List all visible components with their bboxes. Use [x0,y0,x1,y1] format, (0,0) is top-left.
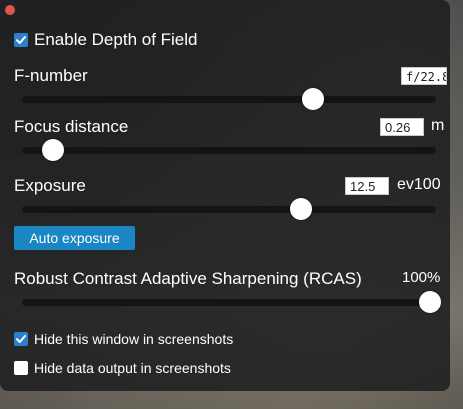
focus-distance-unit: m [431,117,445,134]
focus-distance-label: Focus distance [14,117,129,136]
focus-distance-slider-thumb[interactable] [42,139,64,161]
hide-data-label: Hide data output in screenshots [34,360,231,376]
exposure-value-field[interactable]: 12.5 [345,177,389,195]
close-icon[interactable] [5,5,15,15]
hide-window-checkbox[interactable] [14,332,28,346]
exposure-slider-track[interactable] [22,206,436,213]
focus-distance-value-field[interactable]: 0.26 [380,118,424,136]
f-number-value-field[interactable]: f/22.8 [401,67,447,85]
hide-data-checkbox[interactable] [14,361,28,375]
enable-dof-checkbox[interactable] [14,33,28,47]
hide-data-checkbox-row[interactable]: Hide data output in screenshots [14,360,231,376]
rcas-slider-track[interactable] [22,299,436,306]
exposure-label: Exposure [14,176,86,195]
checkmark-icon [16,36,26,44]
rcas-slider-thumb[interactable] [419,291,441,313]
enable-dof-label: Enable Depth of Field [34,30,198,49]
hide-window-checkbox-row[interactable]: Hide this window in screenshots [14,331,233,347]
enable-dof-checkbox-row[interactable]: Enable Depth of Field [14,30,198,50]
checkmark-icon [16,335,26,343]
f-number-slider-thumb[interactable] [302,88,324,110]
rcas-label: Robust Contrast Adaptive Sharpening (RCA… [14,269,362,288]
focus-distance-slider-track[interactable] [22,147,436,154]
hide-window-label: Hide this window in screenshots [34,331,234,347]
auto-exposure-button[interactable]: Auto exposure [14,226,135,250]
rcas-value: 100% [402,269,441,286]
f-number-slider-track[interactable] [22,96,436,103]
exposure-slider-thumb[interactable] [290,198,312,220]
exposure-unit: ev100 [397,176,441,193]
settings-panel: Enable Depth of Field F-number f/22.8 Fo… [0,0,450,391]
f-number-label: F-number [14,66,88,85]
